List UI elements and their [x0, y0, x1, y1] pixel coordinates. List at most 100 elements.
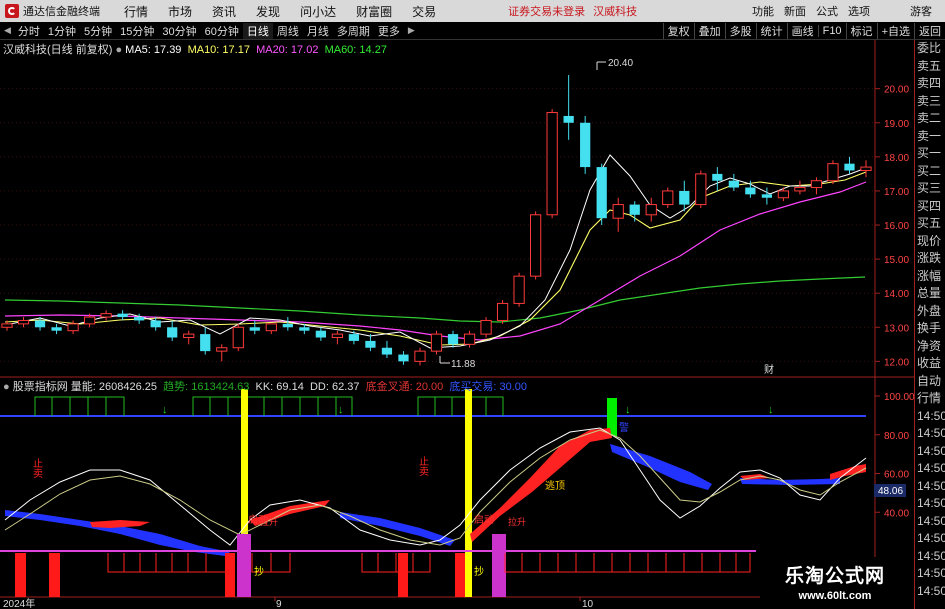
indicator-value: 48.06	[878, 486, 903, 497]
volume-value: 量能: 2608426.25	[70, 381, 158, 393]
low-price-label: 11.88	[451, 359, 476, 370]
side-panel-item[interactable]: 自动	[915, 373, 945, 391]
candle-body	[381, 347, 393, 355]
golden-value: 底金叉通: 20.00	[365, 381, 444, 393]
date-label-oct: 10	[582, 599, 594, 609]
chart-canvas[interactable]: 20.00 19.00 18.00 17.00 16.00 15.00 14.00 13.00…	[0, 0, 945, 609]
side-panel-item[interactable]: 卖二	[915, 110, 945, 128]
start-label-2: 启动	[474, 513, 494, 526]
side-panel-item[interactable]: 总量	[915, 285, 945, 303]
price-tick-label: 17.00	[884, 187, 909, 198]
watermark: 乐淘公式网 www.60lt.com	[760, 557, 910, 609]
candle-body	[167, 327, 178, 338]
candle-body	[480, 319, 492, 335]
high-price-label: 20.40	[608, 58, 633, 69]
candle-body	[414, 350, 426, 362]
side-panel-item[interactable]: 14:50	[915, 460, 945, 478]
ma20-value: MA20: 17.02	[256, 44, 319, 56]
candle-body	[777, 190, 790, 199]
candle-body	[612, 204, 624, 219]
side-panel-item[interactable]: 14:50	[915, 548, 945, 566]
stock-title: 汉威科技(日线 前复权)	[3, 44, 113, 56]
candle-body	[580, 122, 591, 168]
side-panel-item[interactable]: 现价	[915, 233, 945, 251]
candlestick-series	[1, 75, 872, 366]
red-bottom-brackets	[107, 553, 751, 573]
side-panel-item[interactable]: 14:50	[915, 408, 945, 426]
candle-body	[34, 320, 46, 328]
side-panel-item[interactable]: 14:50	[915, 443, 945, 461]
side-panel-item[interactable]: 14:50	[915, 530, 945, 548]
candle-body	[51, 327, 62, 331]
side-panel-item[interactable]: 14:50	[915, 583, 945, 601]
candle-body	[529, 214, 542, 277]
date-label-start: 2024年	[3, 597, 35, 609]
side-panel-item[interactable]: 买五	[915, 215, 945, 233]
side-panel-item[interactable]: 行情	[915, 390, 945, 408]
side-panel-item[interactable]: 卖三	[915, 93, 945, 111]
side-panel-item[interactable]: 14:50	[915, 478, 945, 496]
dot-icon: ●	[115, 44, 123, 56]
dd-value: DD: 62.37	[309, 381, 360, 393]
side-panel-item[interactable]: 14:50	[915, 425, 945, 443]
side-panel-item[interactable]: 净资	[915, 338, 945, 356]
ma5-value: MA5: 17.39	[125, 44, 182, 56]
stop-sell-label-1: 止卖	[31, 458, 43, 479]
side-panel-item[interactable]: 卖一	[915, 128, 945, 146]
svg-text:↓: ↓	[625, 404, 631, 416]
side-panel-item[interactable]: 卖五	[915, 58, 945, 76]
date-label-sep: 9	[276, 599, 282, 609]
candle-body	[645, 204, 657, 216]
side-panel-item[interactable]: 委比	[915, 40, 945, 58]
side-panel-item[interactable]: 14:50	[915, 495, 945, 513]
side-panel-item[interactable]: 买三	[915, 180, 945, 198]
green-signal-brackets	[34, 396, 504, 416]
dot-icon: ●	[3, 381, 10, 393]
candle-body	[810, 180, 823, 189]
side-panel-item[interactable]: 换手	[915, 320, 945, 338]
candle-body	[134, 317, 145, 321]
sell-peak-label: 逃顶	[545, 479, 565, 492]
candle-body	[249, 327, 260, 331]
candle-body	[679, 190, 690, 205]
side-panel-item[interactable]: 涨幅	[915, 268, 945, 286]
candle-body	[447, 334, 459, 345]
finance-mark[interactable]: 财	[764, 363, 774, 376]
price-grid	[0, 88, 875, 362]
chance-value: 底买交易: 30.00	[449, 381, 528, 393]
candle-body	[398, 354, 409, 362]
side-panel-item[interactable]: 卖四	[915, 75, 945, 93]
indicator-tick-label: 80.00	[884, 431, 909, 442]
side-panel-item[interactable]: 买二	[915, 163, 945, 181]
indicator-legend: ● 股票指标网 量能: 2608426.25 趋势: 1613424.63 KK…	[3, 378, 527, 394]
dd-line	[4, 429, 867, 546]
indicator-name[interactable]: 股票指标网	[13, 381, 68, 393]
price-tick-label: 16.00	[884, 221, 909, 232]
side-panel-item[interactable]: 涨跌	[915, 250, 945, 268]
price-tick-label: 14.00	[884, 289, 909, 300]
candle-body	[1, 323, 13, 328]
quote-side-panel: 委比 卖五 卖四 卖三 卖二 卖一 买一 买二 买三 买四 买五 现价 涨跌 涨幅 总量 外盘 换手 净资 收益 自动…	[914, 40, 945, 609]
candle-body	[331, 333, 344, 339]
indicator-axis: 100.00 80.00 60.00 40.00	[875, 392, 915, 519]
candle-body	[348, 334, 360, 341]
candle-body	[200, 334, 211, 352]
price-tick-label: 18.00	[884, 153, 909, 164]
side-panel-item[interactable]: 14:50	[915, 565, 945, 583]
side-panel-item[interactable]: 外盘	[915, 303, 945, 321]
side-panel-item[interactable]: 收益	[915, 355, 945, 373]
candle-body	[150, 320, 161, 328]
candle-body	[761, 194, 773, 198]
side-panel-item[interactable]: 买四	[915, 198, 945, 216]
side-panel-item[interactable]: 买一	[915, 145, 945, 163]
candle-body	[496, 302, 509, 321]
side-panel-item[interactable]: 14:50	[915, 513, 945, 531]
price-tick-label: 15.00	[884, 255, 909, 266]
candle-body	[546, 112, 558, 216]
trend-value: 趋势: 1613424.63	[163, 381, 250, 393]
ma60-value: MA60: 14.27	[324, 44, 387, 56]
watermark-url: www.60lt.com	[798, 590, 872, 602]
candle-body	[629, 204, 640, 215]
candle-body	[265, 323, 277, 332]
candle-body	[662, 190, 674, 206]
